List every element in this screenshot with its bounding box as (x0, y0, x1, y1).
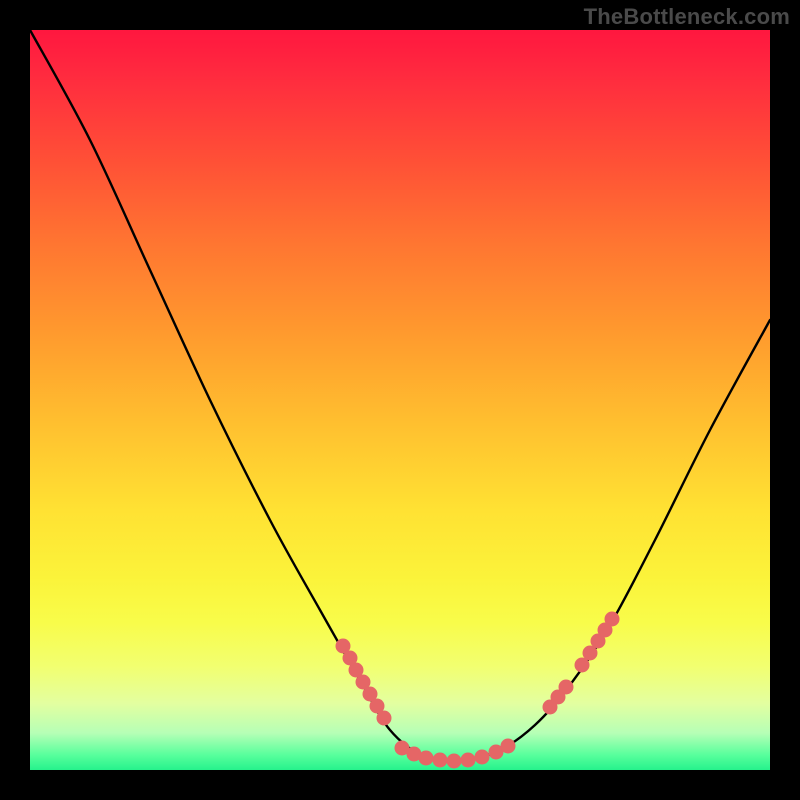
curve-dot (475, 750, 490, 765)
curve-dot (559, 680, 574, 695)
bottleneck-curve (30, 30, 770, 762)
curve-dot (605, 612, 620, 627)
curve-dot (433, 753, 448, 768)
curve-dot (447, 754, 462, 769)
chart-svg (30, 30, 770, 770)
curve-dot (377, 711, 392, 726)
curve-dots (336, 612, 620, 769)
plot-area (30, 30, 770, 770)
curve-dot (461, 753, 476, 768)
watermark-text: TheBottleneck.com (584, 4, 790, 30)
curve-dot (501, 739, 516, 754)
curve-dot (419, 751, 434, 766)
